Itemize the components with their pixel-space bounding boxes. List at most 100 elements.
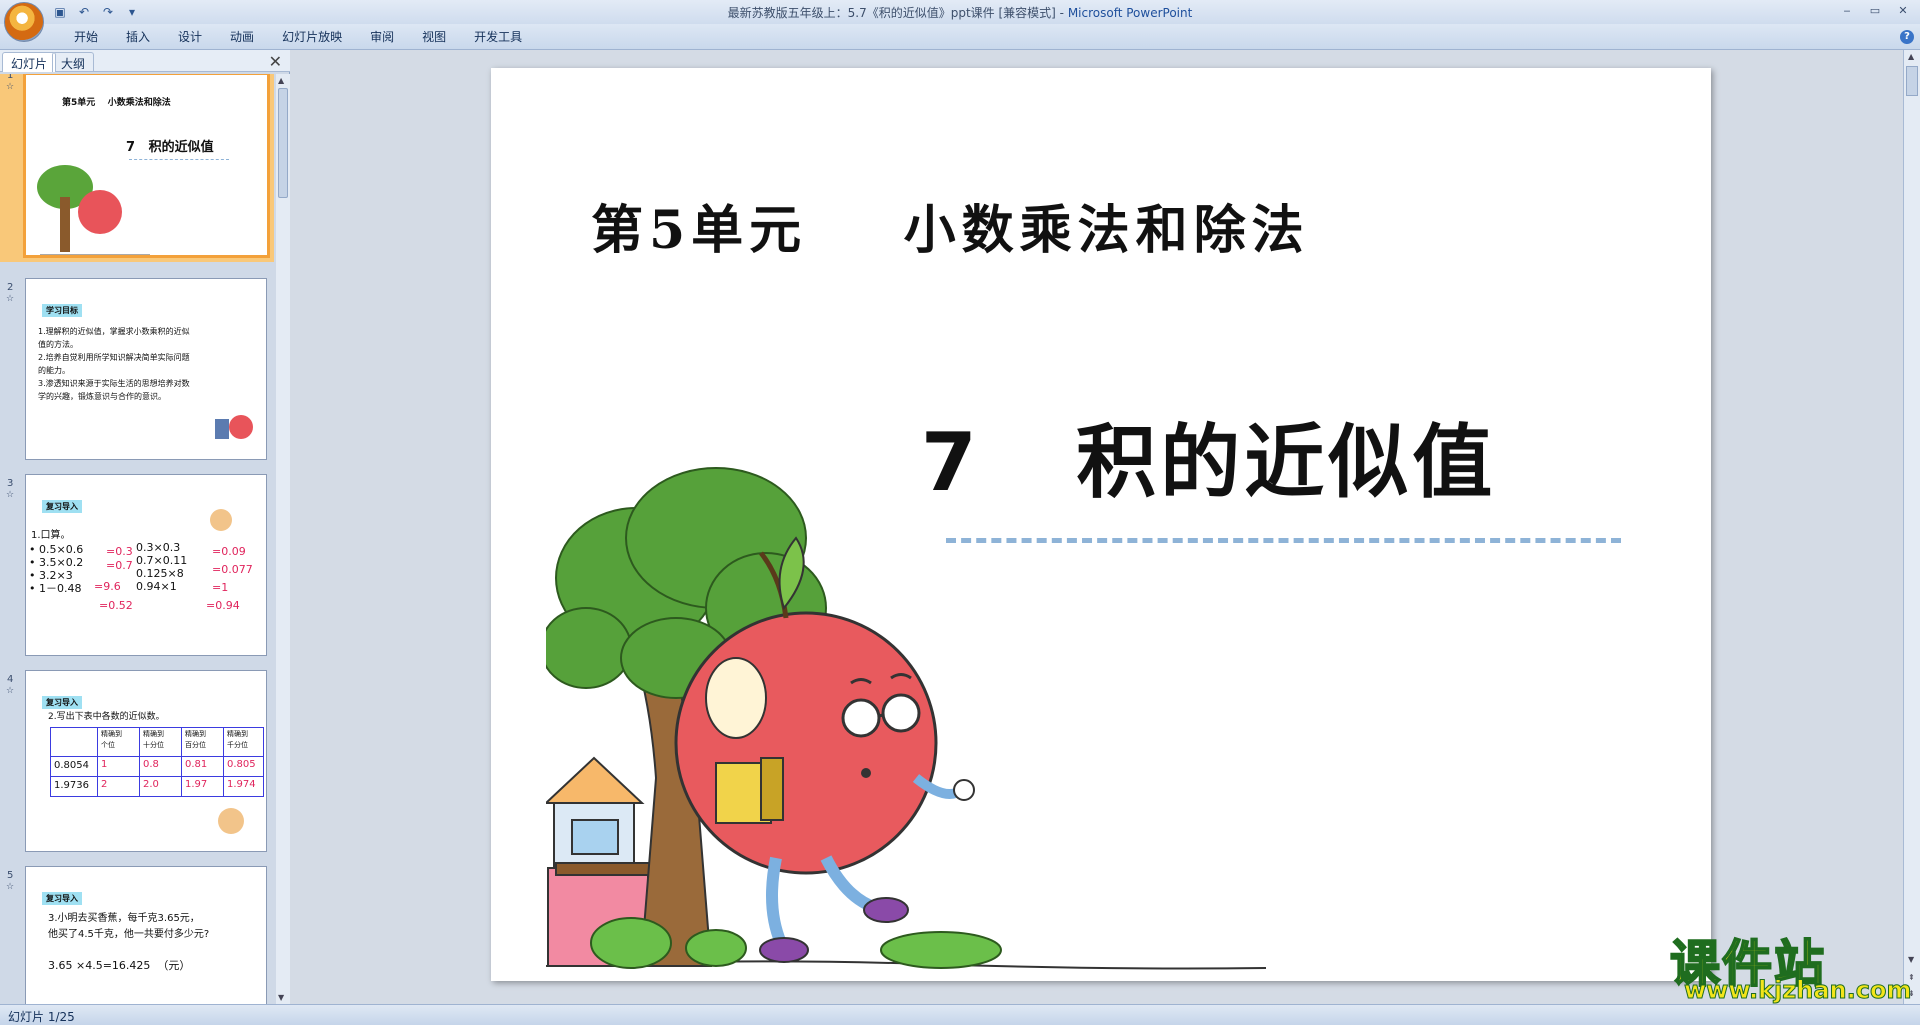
tab-design[interactable]: 设计	[164, 29, 216, 45]
table-cell: 2.0	[143, 779, 159, 790]
thumb-answer: =1	[212, 581, 229, 594]
thumbnail-list: 1 ☆ 第5单元 小数乘法和除法 7 积的近似值 2 ☆ 学习目标 1.理解积的…	[0, 74, 274, 1004]
thumb-answer: =0.077	[212, 563, 253, 576]
slide-number: 4	[7, 674, 14, 685]
window-title: 最新苏教版五年级上：5.7《积的近似值》ppt课件 [兼容模式] - Micro…	[0, 4, 1920, 21]
slide-editor: 第5单元 小数乘法和除法 7 积的近似值	[291, 50, 1903, 1004]
table-cell: 0.805	[227, 759, 256, 770]
table-cell: 1	[101, 759, 108, 770]
tab-slideshow[interactable]: 幻灯片放映	[268, 29, 356, 45]
slides-panel: 幻灯片 大纲 ✕ 1 ☆ 第5单元 小数乘法和除法 7 积的近似值 2 ☆ 学习…	[0, 50, 290, 1004]
slide-number: 1	[7, 74, 14, 81]
slide-thumbnail-2[interactable]: 学习目标 1.理解积的近似值，掌握求小数乘积的近似 值的方法。 2.培养自觉利用…	[25, 278, 267, 460]
thumb-apple-icon	[210, 509, 232, 531]
thumb-badge: 复习导入	[42, 500, 82, 513]
panel-tabs: 幻灯片 大纲 ✕	[0, 50, 290, 72]
tab-developer[interactable]: 开发工具	[460, 29, 536, 45]
thumb-apple-icon	[215, 415, 253, 439]
slide-thumbnail-1[interactable]: 第5单元 小数乘法和除法 7 积的近似值	[23, 74, 270, 258]
table-row-label: 1.9736	[54, 780, 89, 791]
animation-star-icon: ☆	[6, 82, 15, 92]
thumb-answer: =0.7	[106, 559, 133, 572]
tab-slides[interactable]: 幻灯片	[2, 52, 57, 72]
thumbnail-row-4[interactable]: 4 ☆ 复习导入 2.写出下表中各数的近似数。 精确到 个位 精确到 十分位 精…	[0, 670, 274, 856]
thumbnail-row-5[interactable]: 5 ☆ 复习导入 3.小明去买香蕉，每千克3.65元， 他买了4.5千克，他一共…	[0, 866, 274, 1004]
thumb-mid-col: 0.3×0.3 0.7×0.11 0.125×8 0.94×1	[136, 541, 188, 593]
thumb-text: 3.小明去买香蕉，每千克3.65元， 他买了4.5千克，他一共要付多少元?	[48, 913, 210, 940]
slide-unit-title[interactable]: 第5单元 小数乘法和除法	[591, 188, 1310, 263]
table-cell: 0.8	[143, 759, 159, 770]
scroll-down-icon[interactable]: ▼	[1908, 955, 1914, 964]
table-header: 精确到 千分位	[227, 730, 248, 749]
scroll-thumb[interactable]	[1906, 66, 1918, 96]
thumb-answer: =9.6	[94, 580, 121, 593]
editor-scrollbar[interactable]: ▲ ▼ ⇞ ⇟	[1903, 50, 1920, 1004]
thumb-answer: =0.3	[106, 545, 133, 558]
thumb-badge: 学习目标	[42, 304, 82, 317]
thumb-table: 精确到 个位 精确到 十分位 精确到 百分位 精确到 千分位 0.8054 1 …	[50, 727, 264, 797]
thumb-answer: =0.52	[99, 599, 133, 612]
tab-view[interactable]: 视图	[408, 29, 460, 45]
thumb-apple-icon	[218, 808, 244, 834]
tab-review[interactable]: 审阅	[356, 29, 408, 45]
table-cell: 1.974	[227, 779, 256, 790]
scroll-down-icon[interactable]: ▼	[278, 993, 284, 1002]
thumb-answer: =0.09	[212, 545, 246, 558]
animation-star-icon: ☆	[6, 294, 15, 304]
help-icon[interactable]: ?	[1900, 30, 1914, 44]
table-cell: 1.97	[185, 779, 208, 790]
thumb-unit-title: 第5单元 小数乘法和除法	[62, 98, 171, 108]
thumbnail-row-1[interactable]: 1 ☆ 第5单元 小数乘法和除法 7 积的近似值	[0, 74, 274, 262]
thumb-heading: 2.写出下表中各数的近似数。	[48, 712, 165, 722]
thumbnail-row-2[interactable]: 2 ☆ 学习目标 1.理解积的近似值，掌握求小数乘积的近似 值的方法。 2.培养…	[0, 278, 274, 464]
thumb-answer: =0.94	[206, 599, 240, 612]
scroll-up-icon[interactable]: ▲	[1908, 52, 1914, 61]
thumb-formula: 3.65 ×4.5=16.425 （元）	[48, 959, 191, 972]
ribbon: 开始 插入 设计 动画 幻灯片放映 审阅 视图 开发工具 ?	[0, 24, 1920, 50]
window-controls: ‒ ▭ ✕	[1834, 2, 1916, 20]
table-cell: 0.81	[185, 759, 208, 770]
slide-thumbnail-5[interactable]: 复习导入 3.小明去买香蕉，每千克3.65元， 他买了4.5千克，他一共要付多少…	[25, 866, 267, 1004]
table-cell: 2	[101, 779, 108, 790]
table-header: 精确到 个位	[101, 730, 122, 749]
thumb-badge: 复习导入	[42, 696, 82, 709]
slide-thumbnail-4[interactable]: 复习导入 2.写出下表中各数的近似数。 精确到 个位 精确到 十分位 精确到 百…	[25, 670, 267, 852]
slide-thumbnail-3[interactable]: 复习导入 1.口算。 • 0.5×0.6 • 3.5×0.2 • 3.2×3 •…	[25, 474, 267, 656]
app-name: Microsoft PowerPoint	[1067, 6, 1193, 20]
animation-star-icon: ☆	[6, 686, 15, 696]
maximize-button[interactable]: ▭	[1862, 2, 1888, 20]
status-bar: 幻灯片 1/25	[0, 1004, 1920, 1025]
thumb-badge: 复习导入	[42, 892, 82, 905]
document-title: 最新苏教版五年级上：5.7《积的近似值》ppt课件 [兼容模式] -	[727, 6, 1068, 20]
tab-outline[interactable]: 大纲	[52, 52, 95, 72]
animation-star-icon: ☆	[6, 490, 15, 500]
thumb-left-col: • 0.5×0.6 • 3.5×0.2 • 3.2×3 • 1－0.48	[29, 543, 84, 595]
slide-number: 2	[7, 282, 14, 293]
close-icon[interactable]: ✕	[269, 52, 282, 71]
scroll-thumb[interactable]	[278, 88, 288, 198]
thumbnail-row-3[interactable]: 3 ☆ 复习导入 1.口算。 • 0.5×0.6 • 3.5×0.2 • 3.2…	[0, 474, 274, 660]
thumb-heading: 1.口算。	[31, 530, 71, 541]
close-button[interactable]: ✕	[1890, 2, 1916, 20]
apple-character-illustration	[546, 467, 1266, 970]
watermark-url: www.kjzhan.com	[1683, 976, 1912, 1005]
office-button[interactable]	[4, 2, 44, 42]
thumb-text: 1.理解积的近似值，掌握求小数乘积的近似 值的方法。 2.培养自觉利用所学知识解…	[38, 327, 190, 401]
scroll-up-icon[interactable]: ▲	[278, 76, 284, 85]
table-row-label: 0.8054	[54, 760, 89, 771]
thumb-apple-illustration	[37, 165, 150, 255]
tab-animations[interactable]: 动画	[216, 29, 268, 45]
minimize-button[interactable]: ‒	[1834, 2, 1860, 20]
site-watermark: 课件站 www.kjzhan.com	[1669, 924, 1912, 1005]
animation-star-icon: ☆	[6, 882, 15, 892]
current-slide[interactable]: 第5单元 小数乘法和除法 7 积的近似值	[491, 68, 1711, 981]
tab-home[interactable]: 开始	[60, 29, 112, 45]
ribbon-tabs: 开始 插入 设计 动画 幻灯片放映 审阅 视图 开发工具	[60, 29, 536, 45]
panel-scrollbar[interactable]: ▲ ▼	[276, 74, 290, 1004]
title-bar: ▣ ↶ ↷ ▾ 最新苏教版五年级上：5.7《积的近似值》ppt课件 [兼容模式]…	[0, 0, 1920, 42]
table-header: 精确到 百分位	[185, 730, 206, 749]
slide-counter: 幻灯片 1/25	[8, 1010, 75, 1024]
table-header: 精确到 十分位	[143, 730, 164, 749]
slide-number: 5	[7, 870, 14, 881]
tab-insert[interactable]: 插入	[112, 29, 164, 45]
